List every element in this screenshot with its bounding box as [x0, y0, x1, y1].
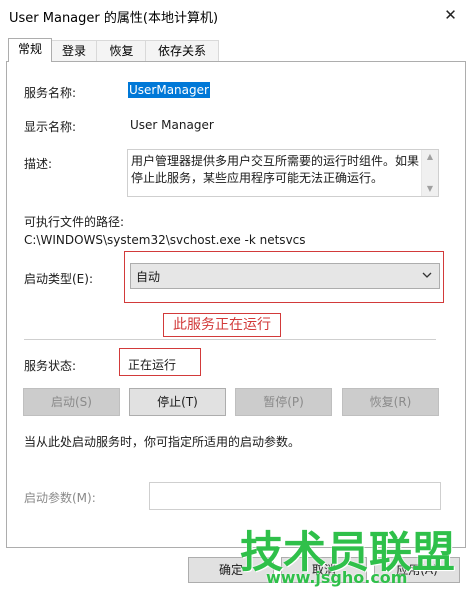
description-label: 描述:	[24, 157, 53, 171]
scroll-down-icon[interactable]: ▼	[422, 182, 438, 196]
exe-path-label: 可执行文件的路径:	[24, 215, 125, 229]
description-text: 用户管理器提供多用户交互所需要的运行时组件。如果停止此服务，某些应用程序可能无法…	[131, 154, 420, 185]
service-name-text: UserManager	[128, 82, 210, 98]
ok-button[interactable]: 确定	[188, 557, 274, 583]
service-name-label: 服务名称:	[24, 86, 77, 100]
tab-general[interactable]: 常规	[8, 38, 52, 62]
display-name-label: 显示名称:	[24, 120, 77, 134]
cancel-button[interactable]: 取消	[281, 557, 367, 583]
stop-button[interactable]: 停止(T)	[129, 388, 226, 416]
window-title: User Manager 的属性(本地计算机)	[9, 11, 219, 26]
start-button[interactable]: 启动(S)	[23, 388, 120, 416]
tab-dependencies[interactable]: 依存关系	[145, 40, 219, 61]
startup-type-label: 启动类型(E):	[24, 272, 93, 286]
apply-button[interactable]: 应用(A)	[374, 557, 460, 583]
description-box[interactable]: 用户管理器提供多用户交互所需要的运行时组件。如果停止此服务，某些应用程序可能无法…	[127, 149, 439, 197]
start-params-input[interactable]	[149, 482, 441, 510]
section-divider	[24, 339, 436, 340]
start-params-label: 启动参数(M):	[24, 491, 96, 505]
service-status-value: 正在运行	[128, 358, 177, 372]
chevron-down-icon	[422, 272, 432, 278]
tab-recovery[interactable]: 恢复	[96, 40, 147, 61]
display-name-value: User Manager	[130, 118, 214, 132]
resume-button[interactable]: 恢复(R)	[342, 388, 439, 416]
running-annotation: 此服务正在运行	[163, 313, 281, 337]
exe-path-value: C:\WINDOWS\system32\svchost.exe -k netsv…	[24, 233, 306, 247]
service-status-label: 服务状态:	[24, 359, 77, 373]
close-icon: ✕	[444, 6, 457, 24]
tab-strip: 常规 登录 恢复 依存关系	[6, 38, 466, 62]
startup-type-value: 自动	[136, 270, 161, 284]
pause-button[interactable]: 暂停(P)	[235, 388, 332, 416]
startup-type-dropdown[interactable]: 自动	[130, 263, 440, 289]
start-params-hint: 当从此处启动服务时，你可指定所适用的启动参数。	[24, 435, 301, 449]
scroll-up-icon[interactable]: ▲	[422, 150, 438, 164]
tab-logon[interactable]: 登录	[50, 40, 98, 61]
service-name-value[interactable]: UserManager	[128, 82, 210, 98]
description-scrollbar[interactable]: ▲ ▼	[421, 150, 438, 196]
close-button[interactable]: ✕	[430, 0, 471, 30]
